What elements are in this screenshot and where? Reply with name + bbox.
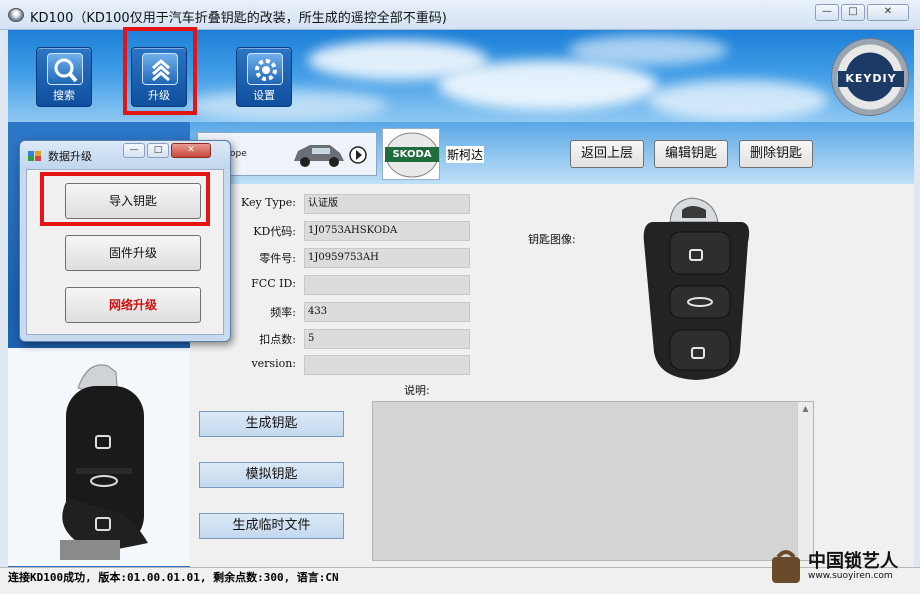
window-title: KD100（KD100仅用于汽车折叠钥匙的改装，所生成的遥控全部不重码) (30, 11, 447, 26)
search-button[interactable]: 搜索 (36, 47, 92, 107)
upgrade-highlight-frame (123, 27, 197, 115)
brand-logo-text: SKODA (392, 149, 432, 160)
key-image (630, 192, 760, 384)
settings-button[interactable]: 设置 (236, 47, 292, 107)
watermark: 中国锁艺人 www.suoyiren.com (766, 545, 916, 589)
dialog-title-bar: 数据升级 — □ ✕ (20, 141, 230, 169)
frequency-field[interactable]: 433 (304, 302, 470, 322)
dialog-maximize-button[interactable]: □ (147, 143, 169, 158)
keydiy-logo: KEYDIY (831, 38, 909, 116)
kd-code-field[interactable]: 1J0753AHSKODA (304, 221, 470, 241)
import-highlight-frame (40, 172, 210, 226)
vehicle-model-text: ope (230, 149, 247, 159)
edit-key-button[interactable]: 编辑钥匙 (654, 140, 728, 168)
simulate-key-button[interactable]: 模拟钥匙 (199, 462, 344, 488)
key-type-field[interactable]: 认证版 (304, 194, 470, 214)
brand-name: 斯柯达 (446, 146, 485, 163)
generate-key-button[interactable]: 生成钥匙 (199, 411, 344, 437)
next-arrow-icon[interactable] (348, 145, 368, 165)
watermark-url: www.suoyiren.com (808, 571, 893, 581)
notes-scrollbar[interactable]: ▲ (797, 402, 813, 560)
fcc-id-field[interactable] (304, 275, 470, 295)
minimize-button[interactable]: — (815, 4, 839, 21)
flip-key-preview (8, 348, 190, 566)
close-button[interactable]: ✕ (867, 4, 909, 21)
part-number-field[interactable]: 1J0959753AH (304, 248, 470, 268)
app-icon (8, 8, 24, 22)
network-upgrade-button[interactable]: 网络升级 (65, 287, 201, 323)
version-field[interactable] (304, 355, 470, 375)
title-bar: KD100（KD100仅用于汽车折叠钥匙的改装，所生成的遥控全部不重码) — □… (0, 0, 920, 30)
maximize-button[interactable]: □ (841, 4, 865, 21)
watermark-seal-icon (772, 550, 800, 583)
brand-logo: SKODA (382, 128, 440, 180)
dialog-close-button[interactable]: ✕ (171, 143, 211, 158)
dialog-title: 数据升级 (48, 150, 92, 163)
search-icon (47, 53, 83, 85)
key-image-label: 钥匙图像: (528, 233, 576, 246)
settings-label: 设置 (253, 89, 275, 102)
data-upgrade-dialog: 数据升级 — □ ✕ 导入钥匙 固件升级 网络升级 (19, 140, 231, 342)
search-label: 搜索 (53, 89, 75, 102)
delete-key-button[interactable]: 删除钥匙 (739, 140, 813, 168)
notes-label: 说明: (404, 384, 430, 397)
version-label: version: (251, 357, 296, 370)
points-field[interactable]: 5 (304, 329, 470, 349)
firmware-upgrade-button[interactable]: 固件升级 (65, 235, 201, 271)
back-button[interactable]: 返回上层 (570, 140, 644, 168)
gear-icon (247, 53, 283, 85)
logo-text: KEYDIY (838, 71, 904, 87)
watermark-text: 中国锁艺人 (808, 551, 898, 572)
dialog-minimize-button[interactable]: — (123, 143, 145, 158)
generate-temp-file-button[interactable]: 生成临时文件 (199, 513, 344, 539)
car-image (294, 145, 344, 167)
dialog-icon (28, 151, 41, 161)
scroll-up-icon[interactable]: ▲ (798, 404, 813, 413)
notes-textarea[interactable]: ▲ (372, 401, 814, 561)
